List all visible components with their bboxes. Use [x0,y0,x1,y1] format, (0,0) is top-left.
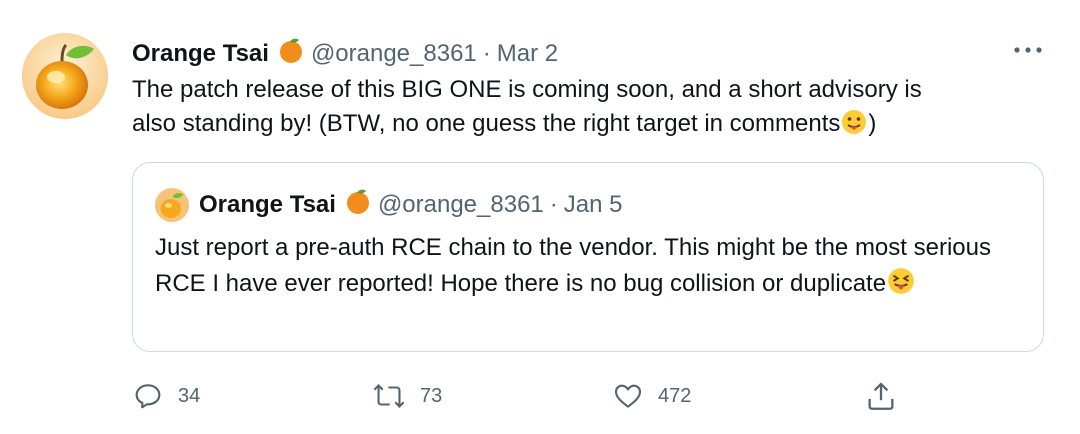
header-separator: · [482,40,491,67]
more-options-button[interactable] [1008,38,1048,62]
reply-icon [135,384,161,409]
quoted-handle: @orange_8361 [377,191,544,218]
quoted-tweet[interactable]: Orange Tsai @orange_8361 · Jan 5 Just re… [132,162,1044,352]
reply-button[interactable]: 34 [132,374,200,418]
tweet-date[interactable]: Mar 2 [497,39,558,69]
author-avatar[interactable] [22,33,108,119]
orange-emoji-icon [277,36,305,72]
orange-avatar-icon [22,33,108,119]
tweet-text: The patch release of this BIG ONE is com… [132,73,1032,146]
retweet-count: 73 [420,384,443,407]
tweet-header: Orange Tsai @orange_8361 · Mar 2 [132,36,558,72]
quoted-text: Just report a pre-auth RCE chain to the … [155,230,1025,307]
orange-avatar-small-icon [155,188,189,222]
quoted-orange-emoji-icon [344,187,372,223]
tweet: Orange Tsai @orange_8361 · Mar 2 The pat… [0,0,1080,434]
tongue-out-emoji-icon [840,108,868,146]
more-icon [1014,47,1042,53]
tweet-actions: 34 73 472 [0,374,1080,418]
author-name[interactable]: Orange Tsai [132,39,269,69]
quoted-author-name: Orange Tsai [199,191,336,218]
like-button[interactable]: 472 [612,374,691,418]
quoted-date: Jan 5 [563,191,623,218]
share-button[interactable] [864,374,898,418]
like-count: 472 [658,384,692,407]
heart-icon [614,384,642,408]
squinting-tongue-emoji-icon [886,266,916,307]
author-handle[interactable]: @orange_8361 [311,39,477,69]
tweet-text-tail: ) [868,110,877,137]
quoted-text-body: Just report a pre-auth RCE chain to the … [155,234,991,297]
tweet-text-body: The patch release of this BIG ONE is com… [132,76,922,137]
share-icon [868,382,894,410]
quoted-header: Orange Tsai @orange_8361 · Jan 5 [155,187,623,223]
retweet-button[interactable]: 73 [372,374,442,418]
quoted-avatar [155,188,189,222]
reply-count: 34 [178,384,201,407]
retweet-icon [373,384,405,408]
quoted-separator: · [549,191,558,218]
